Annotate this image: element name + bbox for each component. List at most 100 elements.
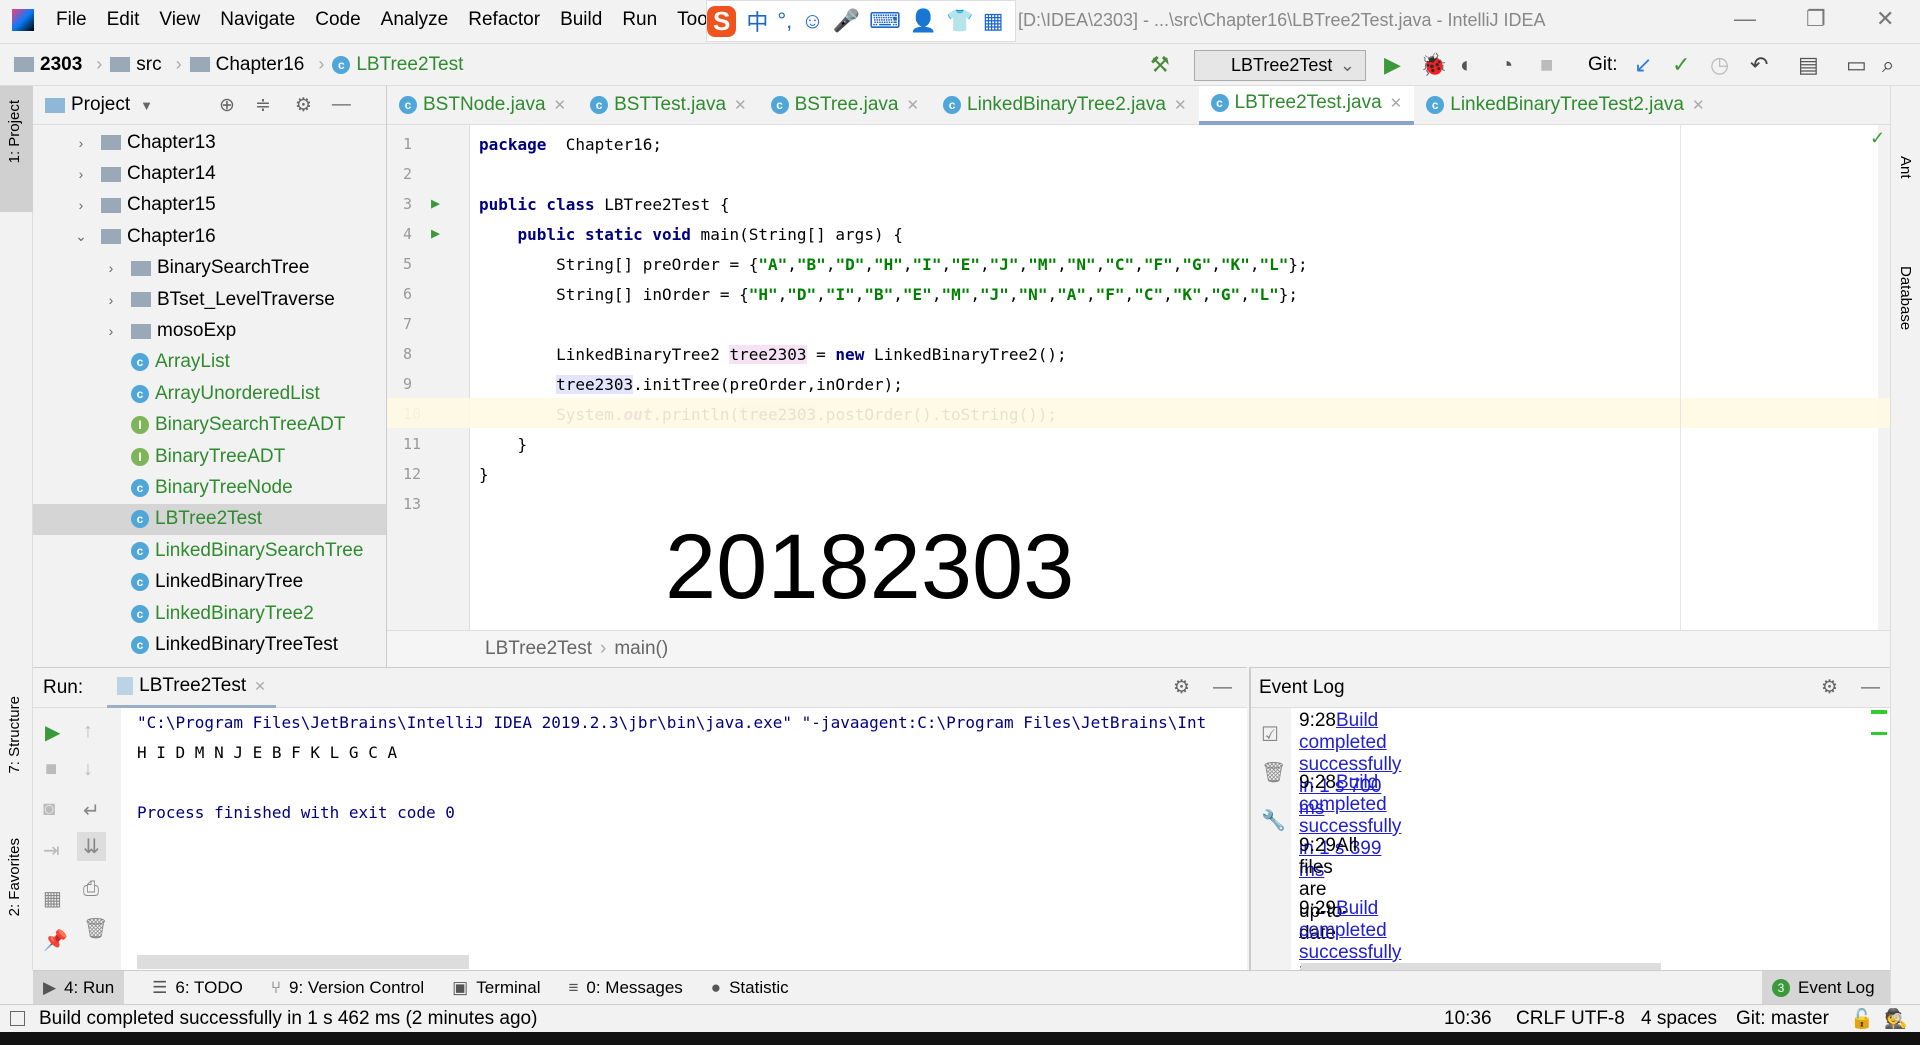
menu-file[interactable]: File <box>56 9 87 31</box>
restore-button[interactable]: ❐ <box>1806 6 1826 32</box>
breadcrumb-class[interactable]: LBTree2Test <box>485 638 592 660</box>
tree-item[interactable]: c ArrayUnorderedList <box>33 378 386 409</box>
close-button[interactable]: ✕ <box>1876 6 1894 32</box>
rerun-icon[interactable]: ▶ <box>45 720 60 745</box>
mark-read-icon[interactable]: ☑ <box>1261 722 1279 747</box>
ant-tool-button[interactable]: Ant <box>1897 156 1914 179</box>
menu-code[interactable]: Code <box>315 9 360 31</box>
menu-run[interactable]: Run <box>622 9 657 31</box>
breadcrumb-method[interactable]: main() <box>614 638 668 660</box>
lock-icon[interactable]: 🔓 <box>1850 1007 1874 1031</box>
collapse-all-icon[interactable]: ≑ <box>255 94 271 117</box>
status-message[interactable]: Build completed successfully in 1 s 462 … <box>39 1008 537 1030</box>
breadcrumb-class[interactable]: LBTree2Test <box>356 54 463 76</box>
close-tab-icon[interactable]: ✕ <box>906 96 919 114</box>
chevron-down-icon[interactable]: ⌄ <box>73 228 89 245</box>
close-tab-icon[interactable]: ✕ <box>254 678 266 695</box>
project-view-select[interactable]: Project <box>71 94 130 116</box>
gear-icon[interactable]: ⚙ <box>1821 676 1838 699</box>
hide-icon[interactable]: — <box>1861 677 1880 699</box>
editor-tab[interactable]: c BSTree.java ✕ <box>759 86 931 125</box>
search-icon[interactable]: ⌕ <box>1882 52 1894 78</box>
hide-icon[interactable]: — <box>332 94 351 116</box>
rollback-icon[interactable]: ↶ <box>1750 52 1768 78</box>
run-configuration-select[interactable]: LBTree2Test ⌄ <box>1194 50 1366 81</box>
indent-setting[interactable]: 4 spaces <box>1641 1008 1717 1030</box>
menu-view[interactable]: View <box>159 9 200 31</box>
chevron-right-icon[interactable]: › <box>103 323 119 339</box>
tool-window-button[interactable]: ⑂ 9: Version Control <box>271 978 424 998</box>
project-structure-icon[interactable]: ▤ <box>1798 52 1819 78</box>
chevron-down-icon[interactable]: ▼ <box>140 98 153 113</box>
ime-microphone-icon[interactable]: 🎤 <box>833 8 860 34</box>
tree-item[interactable]: › Chapter14 <box>33 158 386 189</box>
tree-item[interactable]: c LinkedBinarySearchTree <box>33 535 386 566</box>
horizontal-scrollbar[interactable] <box>137 955 469 969</box>
git-history-icon[interactable]: ◷ <box>1710 52 1729 78</box>
close-tab-icon[interactable]: ✕ <box>1692 96 1705 114</box>
print-icon[interactable]: ⎙ <box>83 878 99 901</box>
stop-icon[interactable]: ■ <box>1540 52 1553 78</box>
tool-window-button[interactable]: ● Statistic <box>711 978 789 998</box>
ime-keyboard-icon[interactable]: ⌨ <box>869 8 901 34</box>
menu-navigate[interactable]: Navigate <box>220 9 295 31</box>
breadcrumb-project[interactable]: 2303 <box>40 54 82 76</box>
tree-item[interactable]: I BinaryTreeADT <box>33 441 386 472</box>
run-gutter-icon[interactable]: ▶ <box>431 224 440 242</box>
soft-wrap-icon[interactable]: ↵ <box>83 798 100 823</box>
tree-item[interactable]: ⌄ Chapter16 <box>33 221 386 252</box>
menu-build[interactable]: Build <box>560 9 602 31</box>
locate-icon[interactable]: ⊕ <box>219 94 235 117</box>
tree-item[interactable]: c LBTree2Test <box>33 503 386 536</box>
editor-tab[interactable]: c LinkedBinaryTree2.java ✕ <box>931 86 1198 125</box>
ime-skin-icon[interactable]: 👕 <box>946 8 973 34</box>
ime-chinese-icon[interactable]: 中 <box>746 5 768 37</box>
gear-icon[interactable]: ⚙ <box>1173 676 1190 699</box>
tool-window-button[interactable]: ☰ 6: TODO <box>152 978 243 998</box>
trash-icon[interactable]: 🗑 <box>83 916 108 941</box>
up-arrow-icon[interactable]: ↑ <box>83 720 93 743</box>
inspection-ok-icon[interactable]: ✓ <box>1870 128 1885 149</box>
favorites-tool-button[interactable]: 2: Favorites <box>6 838 23 916</box>
chevron-right-icon[interactable]: › <box>103 260 119 276</box>
tool-window-button[interactable]: ▶ 4: Run <box>33 971 125 1004</box>
tree-item[interactable]: c ArrayList <box>33 347 386 378</box>
editor-tab[interactable]: c BSTNode.java ✕ <box>387 86 578 125</box>
wrench-icon[interactable]: 🔧 <box>1261 808 1286 833</box>
minimize-button[interactable]: — <box>1734 6 1756 32</box>
terminal-window-icon[interactable]: ▭ <box>1846 52 1867 78</box>
ime-user-icon[interactable]: 👤 <box>910 8 937 34</box>
menu-analyze[interactable]: Analyze <box>381 9 449 31</box>
chevron-right-icon[interactable]: › <box>73 166 89 182</box>
tree-item[interactable]: › BTset_LevelTraverse <box>33 284 386 315</box>
coverage-icon[interactable]: ◐ <box>1460 52 1473 78</box>
layout-icon[interactable]: ▦ <box>43 886 62 911</box>
chevron-right-icon[interactable]: › <box>73 135 89 151</box>
hide-icon[interactable]: — <box>1213 677 1232 699</box>
editor-tab[interactable]: c LinkedBinaryTreeTest2.java ✕ <box>1414 86 1716 125</box>
run-tab[interactable]: LBTree2Test ✕ <box>107 668 276 708</box>
ime-toolbox-icon[interactable]: ▦ <box>983 8 1004 34</box>
pin-icon[interactable]: 📌 <box>43 928 68 953</box>
git-update-icon[interactable]: ↙ <box>1634 52 1652 78</box>
menu-refactor[interactable]: Refactor <box>468 9 540 31</box>
tree-item[interactable]: c LinkedBinaryTree2 <box>33 598 386 629</box>
debug-icon[interactable]: 🐞 <box>1420 52 1447 78</box>
close-tab-icon[interactable]: ✕ <box>1390 94 1403 112</box>
tool-window-button[interactable]: ≡ 0: Messages <box>568 978 682 998</box>
close-tab-icon[interactable]: ✕ <box>734 96 747 114</box>
project-tool-button[interactable]: 1: Project <box>0 86 33 212</box>
restore-layout-icon[interactable]: ⇥ <box>43 838 60 863</box>
inspector-icon[interactable]: 🕵 <box>1884 1007 1908 1031</box>
menu-edit[interactable]: Edit <box>107 9 140 31</box>
run-icon[interactable]: ▶ <box>1384 52 1401 78</box>
down-arrow-icon[interactable]: ↓ <box>83 758 93 781</box>
editor-tab[interactable]: c LBTree2Test.java ✕ <box>1198 85 1415 125</box>
camera-icon[interactable]: ◙ <box>43 798 55 821</box>
gear-icon[interactable]: ⚙ <box>295 94 312 117</box>
tree-item[interactable]: › Chapter13 <box>33 127 386 158</box>
run-gutter-icon[interactable]: ▶ <box>431 194 440 212</box>
close-tab-icon[interactable]: ✕ <box>1174 96 1187 114</box>
caret-position[interactable]: 10:36 <box>1444 1008 1492 1030</box>
profile-icon[interactable]: ◔ <box>1500 52 1513 78</box>
